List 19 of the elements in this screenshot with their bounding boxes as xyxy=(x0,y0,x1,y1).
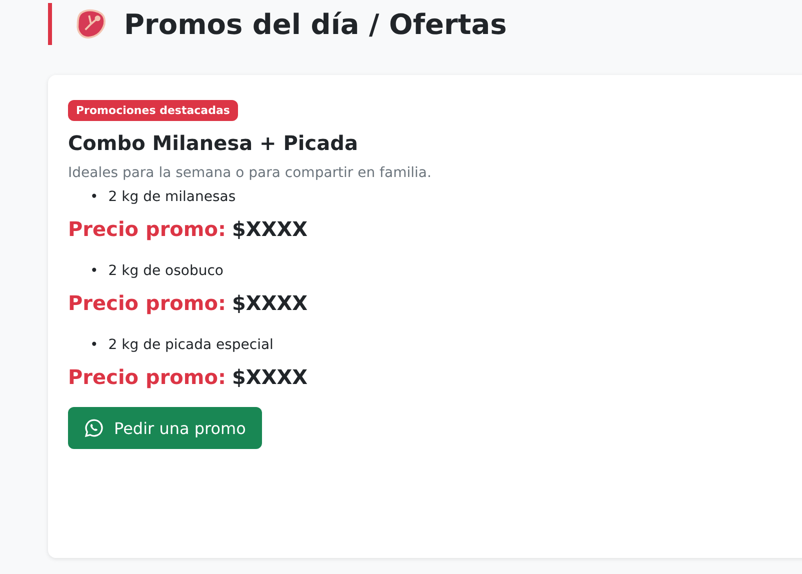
price-value: $XXXX xyxy=(232,365,308,389)
featured-badge: Promociones destacadas xyxy=(68,100,238,121)
combo-description: Ideales para la semana o para compartir en familia. xyxy=(68,165,432,181)
price-value: $XXXX xyxy=(232,291,308,315)
meat-icon xyxy=(74,7,108,41)
combo-title: Combo Milanesa + Picada xyxy=(68,131,359,155)
page-title: Promos del día / Ofertas xyxy=(124,8,507,40)
promo-item: 2 kg de milanesas xyxy=(108,188,236,207)
price-label: Precio promo: xyxy=(68,291,226,315)
promo-item: 2 kg de osobuco xyxy=(108,262,224,281)
price-value: $XXXX xyxy=(232,217,308,241)
promo-item: 2 kg de picada especial xyxy=(108,336,274,355)
bullet: • xyxy=(90,336,98,355)
price-label: Precio promo: xyxy=(68,217,226,241)
bullet: • xyxy=(90,188,98,207)
order-promo-button[interactable]: Pedir una promo xyxy=(68,407,262,449)
bullet: • xyxy=(90,262,98,281)
whatsapp-icon xyxy=(84,418,104,438)
price-label: Precio promo: xyxy=(68,365,226,389)
